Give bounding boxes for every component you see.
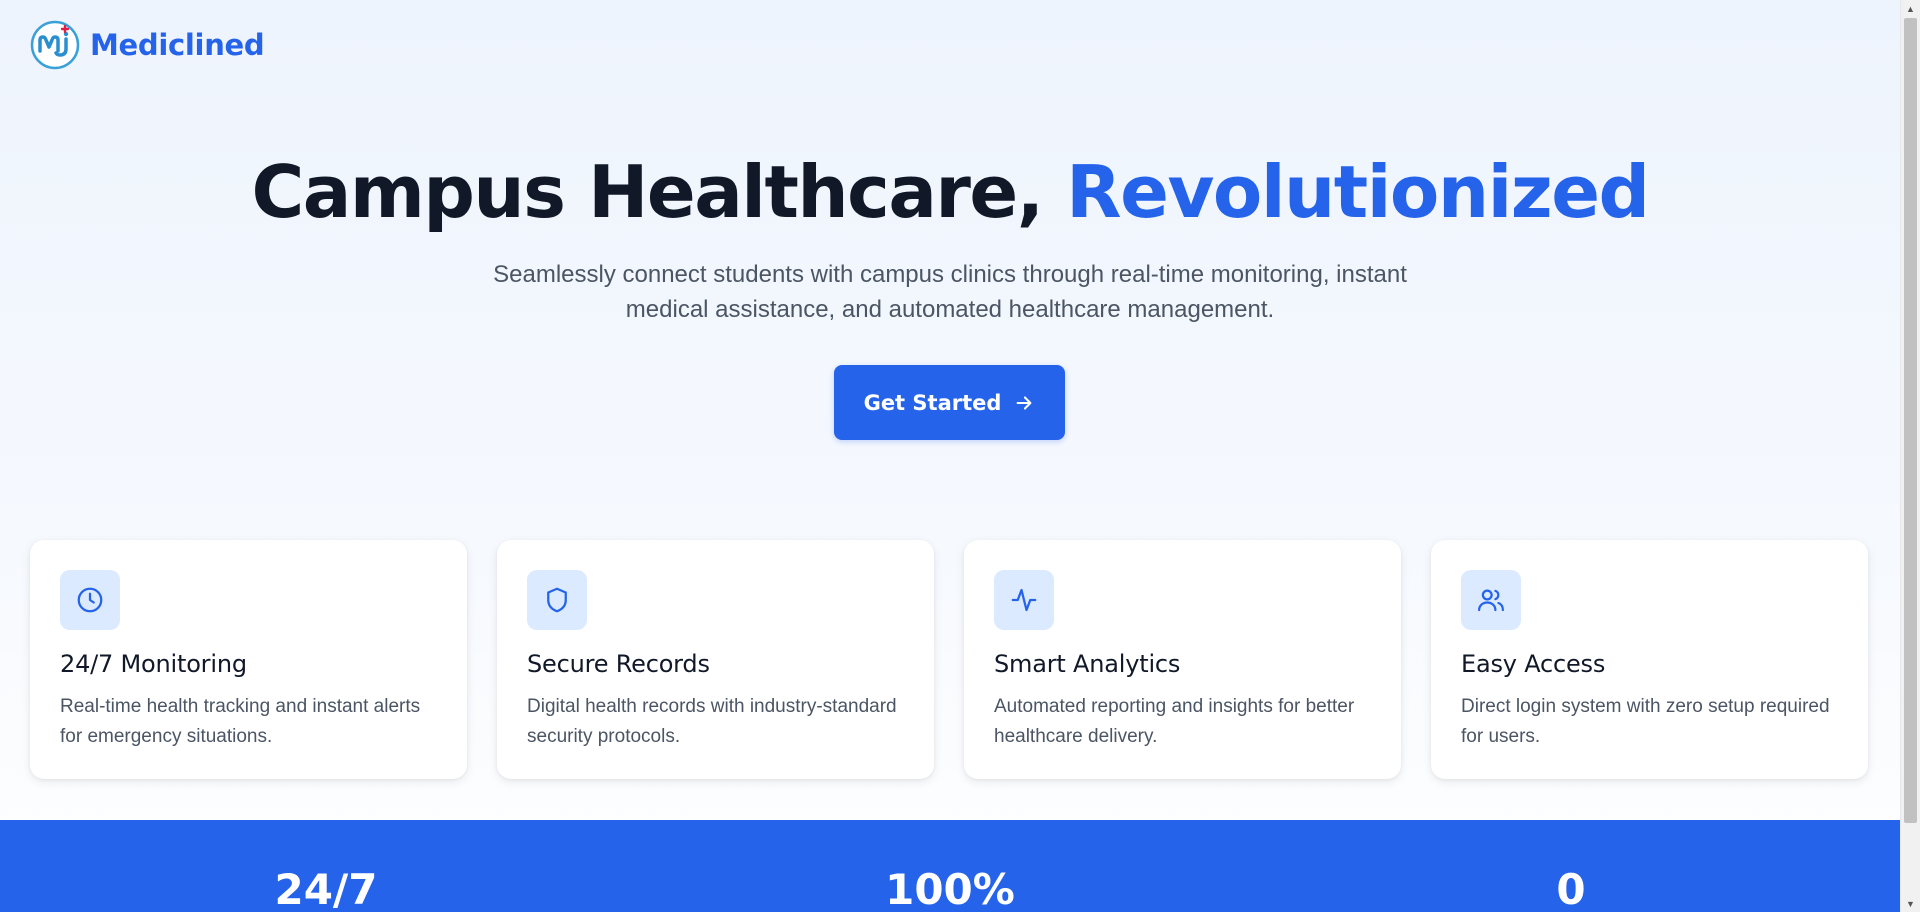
activity-icon: [1011, 588, 1037, 612]
users-icon: [1478, 589, 1504, 612]
get-started-label: Get Started: [863, 390, 1002, 415]
scrollbar-thumb[interactable]: [1904, 18, 1917, 823]
feature-icon-box: [527, 570, 587, 630]
get-started-button[interactable]: Get Started: [834, 365, 1065, 440]
medical-cross-logo-icon: [30, 20, 80, 70]
hero-subtitle: Seamlessly connect students with campus …: [493, 261, 1407, 323]
brand-name: Mediclined: [90, 28, 265, 62]
brand-logo[interactable]: Mediclined: [30, 20, 265, 70]
feature-icon-box: [994, 570, 1054, 630]
feature-title: Easy Access: [1461, 650, 1606, 678]
hero-title-accent: Revolutionized: [1066, 150, 1650, 234]
feature-title: Smart Analytics: [994, 650, 1181, 678]
stat-value: 24/7: [274, 865, 378, 912]
feature-cards: 24/7 Monitoring Real-time health trackin…: [30, 540, 1870, 779]
feature-card-easy-access: Easy Access Direct login system with zer…: [1431, 540, 1868, 779]
stat-value: 100%: [885, 865, 1015, 912]
feature-description: Direct login system with zero setup requ…: [1461, 696, 1830, 747]
clock-icon: [77, 587, 103, 613]
feature-description: Real-time health tracking and instant al…: [60, 696, 421, 747]
feature-card-monitoring: 24/7 Monitoring Real-time health trackin…: [30, 540, 467, 779]
feature-icon-box: [60, 570, 120, 630]
feature-description: Digital health records with industry-sta…: [527, 696, 897, 747]
stat-value: 0: [1556, 865, 1586, 912]
hero-title: Campus Healthcare, Revolutionized: [0, 148, 1900, 236]
feature-title: Secure Records: [527, 650, 710, 678]
scroll-up-arrow-icon[interactable]: ▲: [1901, 0, 1920, 17]
feature-description: Automated reporting and insights for bet…: [994, 696, 1355, 747]
shield-icon: [547, 587, 567, 613]
landing-page: Mediclined Campus Healthcare, Revolution…: [0, 0, 1900, 912]
stats-band: 24/7 100% 0: [0, 820, 1900, 912]
scroll-down-arrow-icon[interactable]: ▼: [1901, 895, 1920, 912]
feature-title: 24/7 Monitoring: [60, 650, 247, 678]
feature-icon-box: [1461, 570, 1521, 630]
hero-title-main: Campus Healthcare,: [251, 150, 1044, 234]
feature-card-analytics: Smart Analytics Automated reporting and …: [964, 540, 1401, 779]
vertical-scrollbar[interactable]: ▲ ▼: [1900, 0, 1920, 912]
feature-card-secure-records: Secure Records Digital health records wi…: [497, 540, 934, 779]
arrow-right-icon: [1016, 395, 1032, 410]
